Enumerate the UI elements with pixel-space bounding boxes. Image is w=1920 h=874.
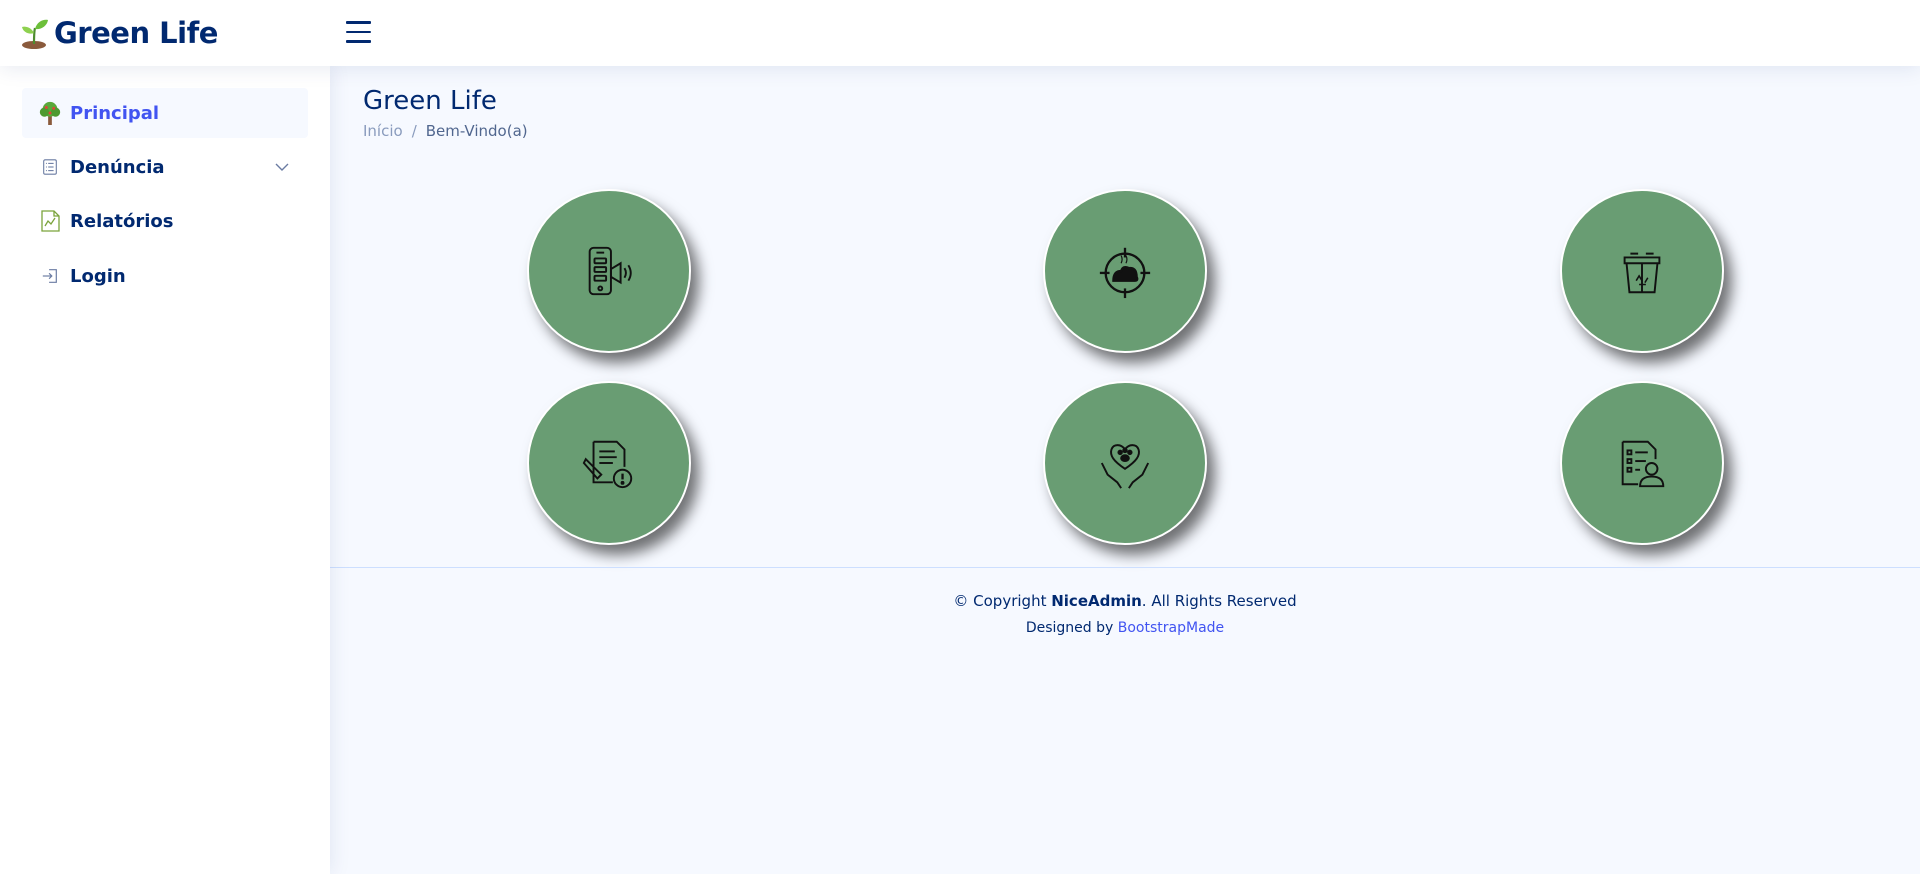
- target-pollution-icon: [1099, 247, 1151, 299]
- tree-icon: [38, 101, 62, 125]
- sprout-icon: [22, 19, 48, 49]
- breadcrumb-current: Bem-Vindo(a): [425, 122, 528, 140]
- tile-phone-report[interactable]: [527, 189, 691, 353]
- phone-megaphone-icon: [588, 246, 632, 296]
- tile-user-report[interactable]: [1560, 381, 1724, 545]
- breadcrumb-home-link[interactable]: Início: [363, 122, 403, 140]
- tile-complaint-warning[interactable]: [527, 381, 691, 545]
- sidebar-item-label: Relatórios: [70, 210, 174, 232]
- sidebar-item-denuncia[interactable]: Denúncia: [22, 142, 308, 192]
- copyright-prefix: © Copyright: [953, 592, 1047, 610]
- sidebar-item-relatorios[interactable]: Relatórios: [22, 196, 308, 246]
- sidebar-item-principal[interactable]: Principal: [22, 88, 308, 138]
- page-title: Green Life: [363, 86, 497, 116]
- tile-recycling[interactable]: [1560, 189, 1724, 353]
- sidebar: Principal Denúncia Relatórios Login: [0, 66, 330, 874]
- sidebar-item-login[interactable]: Login: [22, 251, 308, 301]
- designer-link[interactable]: BootstrapMade: [1118, 620, 1224, 636]
- footer: © Copyright NiceAdmin. All Rights Reserv…: [330, 567, 1920, 668]
- logo[interactable]: Green Life: [20, 14, 218, 52]
- designed-by-label: Designed by: [1025, 620, 1114, 636]
- chart-document-icon: [38, 209, 62, 233]
- chevron-down-icon[interactable]: [274, 159, 290, 175]
- sidebar-item-label: Principal: [70, 102, 160, 124]
- copyright: © Copyright NiceAdmin. All Rights Reserv…: [330, 592, 1920, 610]
- breadcrumb-separator: /: [411, 122, 417, 140]
- tile-pollution-target[interactable]: [1043, 189, 1207, 353]
- report-warning-icon: [582, 440, 633, 489]
- user-report-icon: [1621, 440, 1665, 488]
- page-title-block: Green Life Início / Bem-Vindo(a): [363, 86, 528, 140]
- animal-care-icon: [1100, 444, 1150, 489]
- login-icon: [38, 264, 62, 288]
- tile-animal-care[interactable]: [1043, 381, 1207, 545]
- hamburger-icon[interactable]: [346, 21, 371, 45]
- sidebar-item-label: Denúncia: [70, 156, 165, 178]
- recycle-bin-icon: [1623, 252, 1661, 294]
- copyright-suffix: . All Rights Reserved: [1141, 592, 1297, 610]
- credits: Designed by BootstrapMade: [330, 620, 1920, 636]
- brand-name: Green Life: [54, 16, 218, 50]
- header: Green Life: [0, 0, 1920, 66]
- copyright-brand: NiceAdmin: [1051, 592, 1142, 610]
- breadcrumb: Início / Bem-Vindo(a): [363, 122, 528, 140]
- sidebar-item-label: Login: [70, 265, 126, 287]
- list-document-icon: [38, 155, 62, 179]
